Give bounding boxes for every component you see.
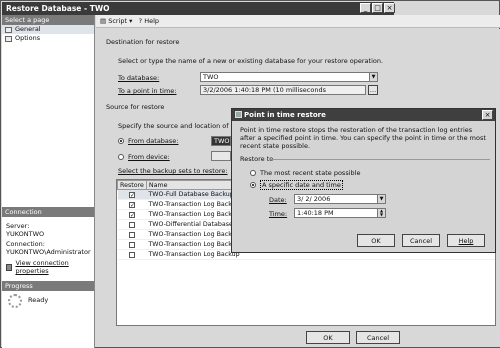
date-picker[interactable]: 3/ 2/ 2006 ▼ <box>294 194 386 204</box>
progress-spinner-icon <box>8 294 22 308</box>
page-label: General <box>15 25 41 33</box>
restore-checkbox[interactable] <box>128 221 135 228</box>
time-picker[interactable]: 1:40:18 PM ▲ ▼ <box>294 208 386 218</box>
progress-header: Progress <box>2 281 94 291</box>
page-label: Options <box>15 34 41 42</box>
left-pane: Select a page General Options Connection… <box>2 15 95 348</box>
restore-checkbox[interactable] <box>128 251 135 258</box>
from-database-radio[interactable] <box>118 138 124 144</box>
help-button[interactable]: ? Help <box>139 17 159 25</box>
restore-to-divider <box>270 159 490 160</box>
restore-checkbox[interactable]: ✓ <box>128 211 135 218</box>
page-icon <box>5 35 12 42</box>
toolbar: ▤ Script ▾ ? Help <box>96 15 500 28</box>
page-item-general[interactable]: General <box>2 25 94 34</box>
restore-cell: ✓ <box>117 189 147 200</box>
restore-cell <box>117 219 147 230</box>
properties-icon <box>6 263 13 271</box>
restore-checkbox[interactable]: ✓ <box>128 201 135 208</box>
dialog-help-button[interactable]: Help <box>447 234 485 247</box>
restore-checkbox[interactable] <box>128 231 135 238</box>
point-in-time-dialog: Point in time restore × Point in time re… <box>231 108 496 253</box>
specific-date-label: A specific date and time <box>260 180 343 190</box>
restore-cell <box>117 249 147 260</box>
option-most-recent[interactable]: The most recent state possible <box>250 169 360 177</box>
dialog-title: Point in time restore <box>244 111 326 119</box>
restore-cell <box>117 239 147 250</box>
page-item-options[interactable]: Options <box>2 34 94 43</box>
script-icon: ▤ <box>100 17 107 25</box>
dialog-description: Point in time restore stops the restorat… <box>240 126 486 150</box>
column-header-restore[interactable]: Restore <box>117 180 147 190</box>
server-label: Server: <box>6 222 30 230</box>
to-database-label: To database: <box>118 74 160 82</box>
window-title: Restore Database - TWO <box>6 4 110 13</box>
select-backup-sets-label: Select the backup sets to restore: <box>118 167 228 175</box>
script-label: Script <box>108 17 128 25</box>
progress-status: Ready <box>28 296 49 304</box>
from-device-label: From device: <box>128 153 170 161</box>
to-point-in-time-field: 3/2/2006 1:40:18 PM (10 milliseconds <box>200 85 366 95</box>
dialog-help-label: Help <box>458 237 474 245</box>
dialog-titlebar: Point in time restore <box>232 109 495 121</box>
restore-to-label: Restore to <box>240 155 274 163</box>
date-label: Date: <box>269 196 287 204</box>
maximize-button[interactable]: □ <box>372 3 383 13</box>
from-device-radio[interactable] <box>118 154 124 160</box>
script-button[interactable]: ▤ Script ▾ <box>100 17 135 25</box>
source-section-label: Source for restore <box>106 103 165 111</box>
cancel-button[interactable]: Cancel <box>356 331 400 344</box>
view-connection-properties-link[interactable]: View connection properties <box>6 259 94 275</box>
dialog-close-button[interactable]: × <box>482 110 493 120</box>
most-recent-label: The most recent state possible <box>260 169 361 177</box>
window-titlebar: Restore Database - TWO <box>2 2 394 15</box>
chevron-down-icon[interactable]: ▼ <box>377 195 385 203</box>
to-database-combo[interactable]: TWO ▼ <box>200 72 378 82</box>
chevron-down-icon[interactable]: ▼ <box>369 73 377 81</box>
time-spinner[interactable]: ▲ ▼ <box>377 209 385 217</box>
ok-button[interactable]: OK <box>306 331 350 344</box>
dialog-cancel-button[interactable]: Cancel <box>402 234 440 247</box>
connection-value: YUKONTWO\Administrator <box>6 248 91 256</box>
server-value: YUKONTWO <box>6 230 45 238</box>
close-window-button[interactable]: × <box>384 3 395 13</box>
dialog-app-icon <box>235 111 242 118</box>
to-database-value: TWO <box>203 73 219 81</box>
browse-point-in-time-button[interactable]: … <box>368 85 378 95</box>
time-value: 1:40:18 PM <box>297 209 334 217</box>
restore-checkbox[interactable] <box>128 241 135 248</box>
destination-instruction: Select or type the name of a new or exis… <box>118 57 384 65</box>
dialog-ok-button[interactable]: OK <box>357 234 395 247</box>
most-recent-radio[interactable] <box>250 170 256 176</box>
specific-date-radio[interactable] <box>250 182 256 188</box>
from-device-field <box>211 151 231 161</box>
destination-section-label: Destination for restore <box>106 38 180 46</box>
restore-cell <box>117 229 147 240</box>
help-label: Help <box>144 17 160 25</box>
minimize-button[interactable]: _ <box>360 3 371 13</box>
from-database-option[interactable]: From database: <box>118 137 179 145</box>
restore-cell: ✓ <box>117 199 147 210</box>
to-point-in-time-label: To a point in time: <box>118 87 177 95</box>
select-page-header: Select a page <box>2 15 94 25</box>
page-icon <box>5 26 12 33</box>
connection-header: Connection <box>2 207 94 217</box>
restore-cell: ✓ <box>117 209 147 220</box>
from-database-combo[interactable]: TWO <box>211 136 231 146</box>
from-device-option[interactable]: From device: <box>118 153 170 161</box>
restore-checkbox[interactable]: ✓ <box>128 191 135 198</box>
time-label: Time: <box>269 210 288 218</box>
help-icon: ? <box>138 17 143 25</box>
option-specific-date[interactable]: A specific date and time <box>250 180 343 190</box>
connection-label: Connection: <box>6 240 45 248</box>
chevron-down-icon: ▾ <box>129 17 133 25</box>
from-database-label: From database: <box>128 137 179 145</box>
view-connection-properties-text: View connection properties <box>15 259 69 275</box>
date-value: 3/ 2/ 2006 <box>297 195 331 203</box>
